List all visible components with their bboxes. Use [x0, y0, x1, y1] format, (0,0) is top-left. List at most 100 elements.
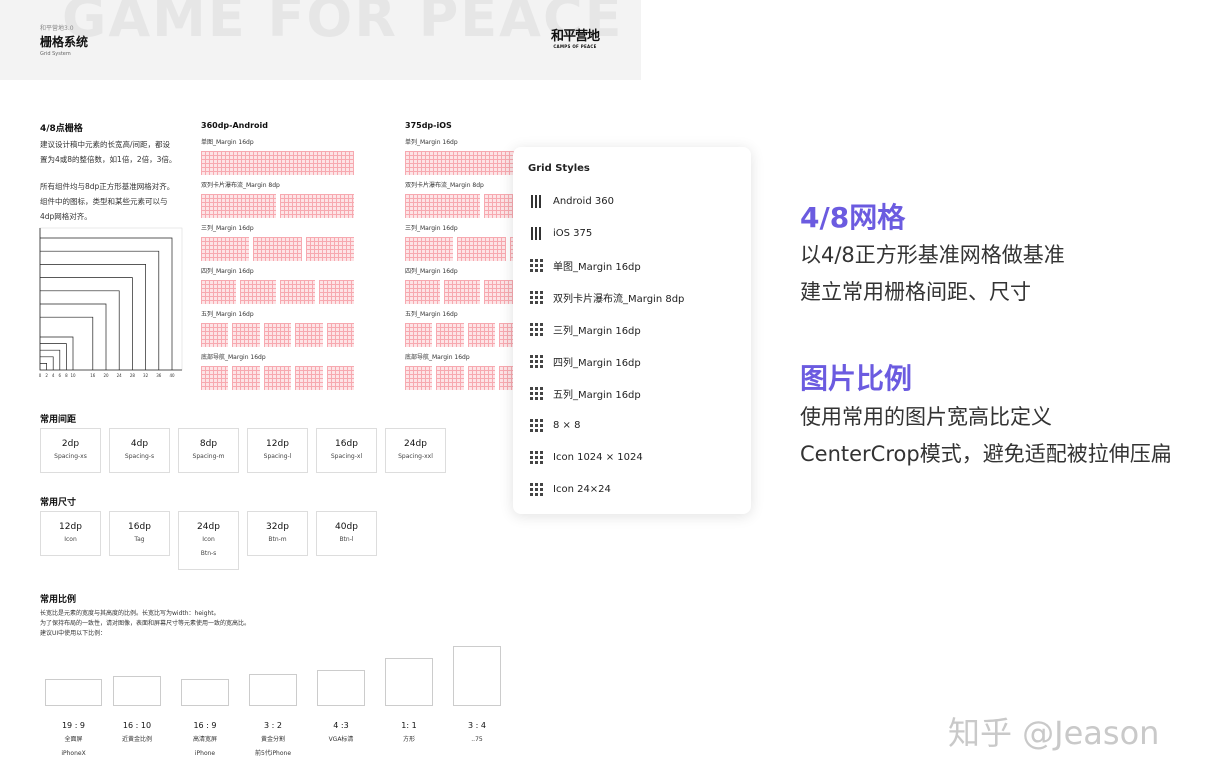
grid-cell — [201, 151, 354, 175]
brand-logo: 和平营地 CAMPS OF PEACE — [548, 30, 602, 50]
spacing-card: 4dp Spacing-s — [109, 428, 170, 473]
grid-style-item[interactable]: 双列卡片瀑布流_Margin 8dp — [528, 281, 751, 313]
grid-cell — [201, 237, 250, 261]
nested-square-grid-diagram: 0 2 4 6 8 10 16 20 24 28 32 36 40 — [39, 227, 183, 378]
ratio-rect — [45, 679, 102, 706]
ratio-value: 1: 1 — [401, 721, 417, 730]
grid-cell — [436, 323, 464, 347]
ratio-rect — [453, 646, 501, 706]
ratio-value: 16 : 10 — [122, 721, 152, 730]
ratio-desc: 黄金分割 — [260, 736, 285, 743]
grid-row-label: 三列_Margin 16dp — [405, 225, 458, 232]
header-title: 栅格系统 — [40, 35, 89, 49]
points-grid-para1: 建议设计稿中元素的长宽高/间距，都设 置为4或8的整倍数，如1倍，2倍，3倍。 — [40, 137, 176, 167]
zhihu-watermark: 知乎 @Jeason — [948, 714, 1160, 752]
header-version: 和平营地3.0 — [40, 25, 74, 32]
size-value: 12dp — [59, 522, 82, 532]
grid-style-item[interactable]: Icon 24×24 — [528, 473, 751, 505]
grid-cell — [436, 366, 464, 390]
doc-header: GAME FOR PEACE 和平营地3.0 栅格系统 Grid System … — [0, 0, 641, 80]
ratio-value: 16 : 9 — [193, 721, 217, 730]
points-grid-para2: 所有组件均与8dp正方形基准网格对齐。 组件中的图标，类型和某些元素可以与 4d… — [40, 179, 174, 224]
ratio-rect — [317, 670, 365, 706]
grid-cell — [405, 323, 433, 347]
grid-cell — [201, 323, 229, 347]
axis-tick-label: 2 — [45, 373, 48, 378]
ratio-label: 1: 1 方形 — [374, 719, 444, 747]
spacing-title: 常用间距 — [40, 415, 77, 425]
para-line: 组件中的图标，类型和某些元素可以与 — [40, 197, 168, 206]
grid-dots-icon — [528, 258, 544, 272]
size-value: 16dp — [128, 522, 151, 532]
grid-cell — [318, 280, 354, 304]
right-heading-grid: 4/8网格 — [800, 201, 906, 234]
grid-row-label: 双列卡片瀑布流_Margin 8dp — [405, 182, 484, 189]
right-text-ratio: 使用常用的图片宽高比定义 CenterCrop模式，避免适配被拉伸压扁 — [800, 399, 1172, 473]
ratios-title: 常用比例 — [40, 595, 77, 605]
axis-tick-label: 10 — [70, 373, 76, 378]
ratio-label: 19 : 9 全面屏 iPhoneX — [39, 719, 109, 761]
spacing-name: Spacing-xs — [54, 453, 87, 460]
axis-tick-label: 6 — [59, 373, 62, 378]
grid-cell — [295, 366, 323, 390]
ratio-label: 3 : 2 黄金分割前5代iPhone — [238, 719, 308, 761]
grid-cell — [467, 366, 496, 390]
ratio-label: 16 : 10 近黄金比例 — [102, 719, 172, 747]
size-card: 32dp Btn-m — [247, 511, 308, 556]
grid-cell — [326, 366, 355, 390]
columns-icon — [528, 194, 544, 208]
grid-cell — [201, 366, 229, 390]
grid-style-label: 五列_Margin 16dp — [553, 389, 641, 401]
size-card: 40dp Btn-l — [316, 511, 377, 556]
grid-row-cells — [201, 323, 355, 347]
grid-row-cells — [201, 280, 354, 304]
size-card: 16dp Tag — [109, 511, 170, 556]
ratio-rect — [249, 674, 297, 706]
axis-tick-label: 40 — [169, 373, 175, 378]
ratio-value: 4 :3 — [333, 721, 349, 730]
spacing-value: 8dp — [199, 439, 218, 449]
grid-cell — [457, 237, 506, 261]
grid-style-item[interactable]: 五列_Margin 16dp — [528, 377, 751, 409]
grid-cell — [405, 366, 433, 390]
desc-line: 建议UI中使用以下比例： — [40, 630, 107, 637]
grid-style-label: Icon 24×24 — [553, 483, 611, 495]
grid-row-cells — [201, 151, 354, 175]
grid-cell — [263, 323, 292, 347]
spacing-name: Spacing-xxl — [398, 453, 433, 460]
grid-style-item[interactable]: Icon 1024 × 1024 — [528, 441, 751, 473]
grid-style-item[interactable]: 单图_Margin 16dp — [528, 249, 751, 281]
ratio-value: 19 : 9 — [61, 721, 86, 730]
grid-style-item[interactable]: iOS 375 — [528, 217, 751, 249]
grid-square — [40, 336, 74, 370]
size-name: Tag — [134, 536, 145, 543]
grid-dots-icon — [528, 354, 544, 368]
columns-icon — [528, 226, 544, 240]
grid-dots-icon — [528, 386, 544, 400]
grid-style-item[interactable]: 8 × 8 — [528, 409, 751, 441]
grid-cell — [444, 280, 480, 304]
ratio-label: 3 : 4 ..75 — [442, 719, 512, 747]
para-line: 所有组件均与8dp正方形基准网格对齐。 — [40, 182, 175, 191]
axis-tick-label: 28 — [130, 373, 136, 378]
grid-cell — [405, 194, 480, 218]
size-value: 32dp — [266, 522, 289, 532]
spacing-value: 2dp — [61, 439, 80, 449]
grid-style-label: 单图_Margin 16dp — [553, 261, 641, 273]
ratio-desc-2: 前5代iPhone — [254, 750, 292, 757]
sizes-title: 常用尺寸 — [40, 498, 77, 508]
spacing-value: 24dp — [404, 439, 427, 449]
panel-title: Grid Styles — [528, 163, 590, 174]
grid-style-item[interactable]: Android 360 — [528, 185, 751, 217]
grid-style-item[interactable]: 四列_Margin 16dp — [528, 345, 751, 377]
grid-style-label: iOS 375 — [553, 227, 593, 239]
axis-tick-label: 32 — [143, 373, 149, 378]
logo-en: CAMPS OF PEACE — [553, 44, 597, 49]
ratio-value: 3 : 2 — [264, 721, 282, 730]
ratio-rect — [113, 676, 161, 706]
spacing-card: 24dp Spacing-xxl — [385, 428, 446, 473]
ratios-desc: 长宽比是元素的宽度与其高度的比例。长宽比写为width：height。 为了保持… — [40, 609, 250, 639]
grid-style-item[interactable]: 三列_Margin 16dp — [528, 313, 751, 345]
grid-cell — [279, 194, 354, 218]
para-line: 建议设计稿中元素的长宽高/间距，都设 — [40, 140, 171, 149]
